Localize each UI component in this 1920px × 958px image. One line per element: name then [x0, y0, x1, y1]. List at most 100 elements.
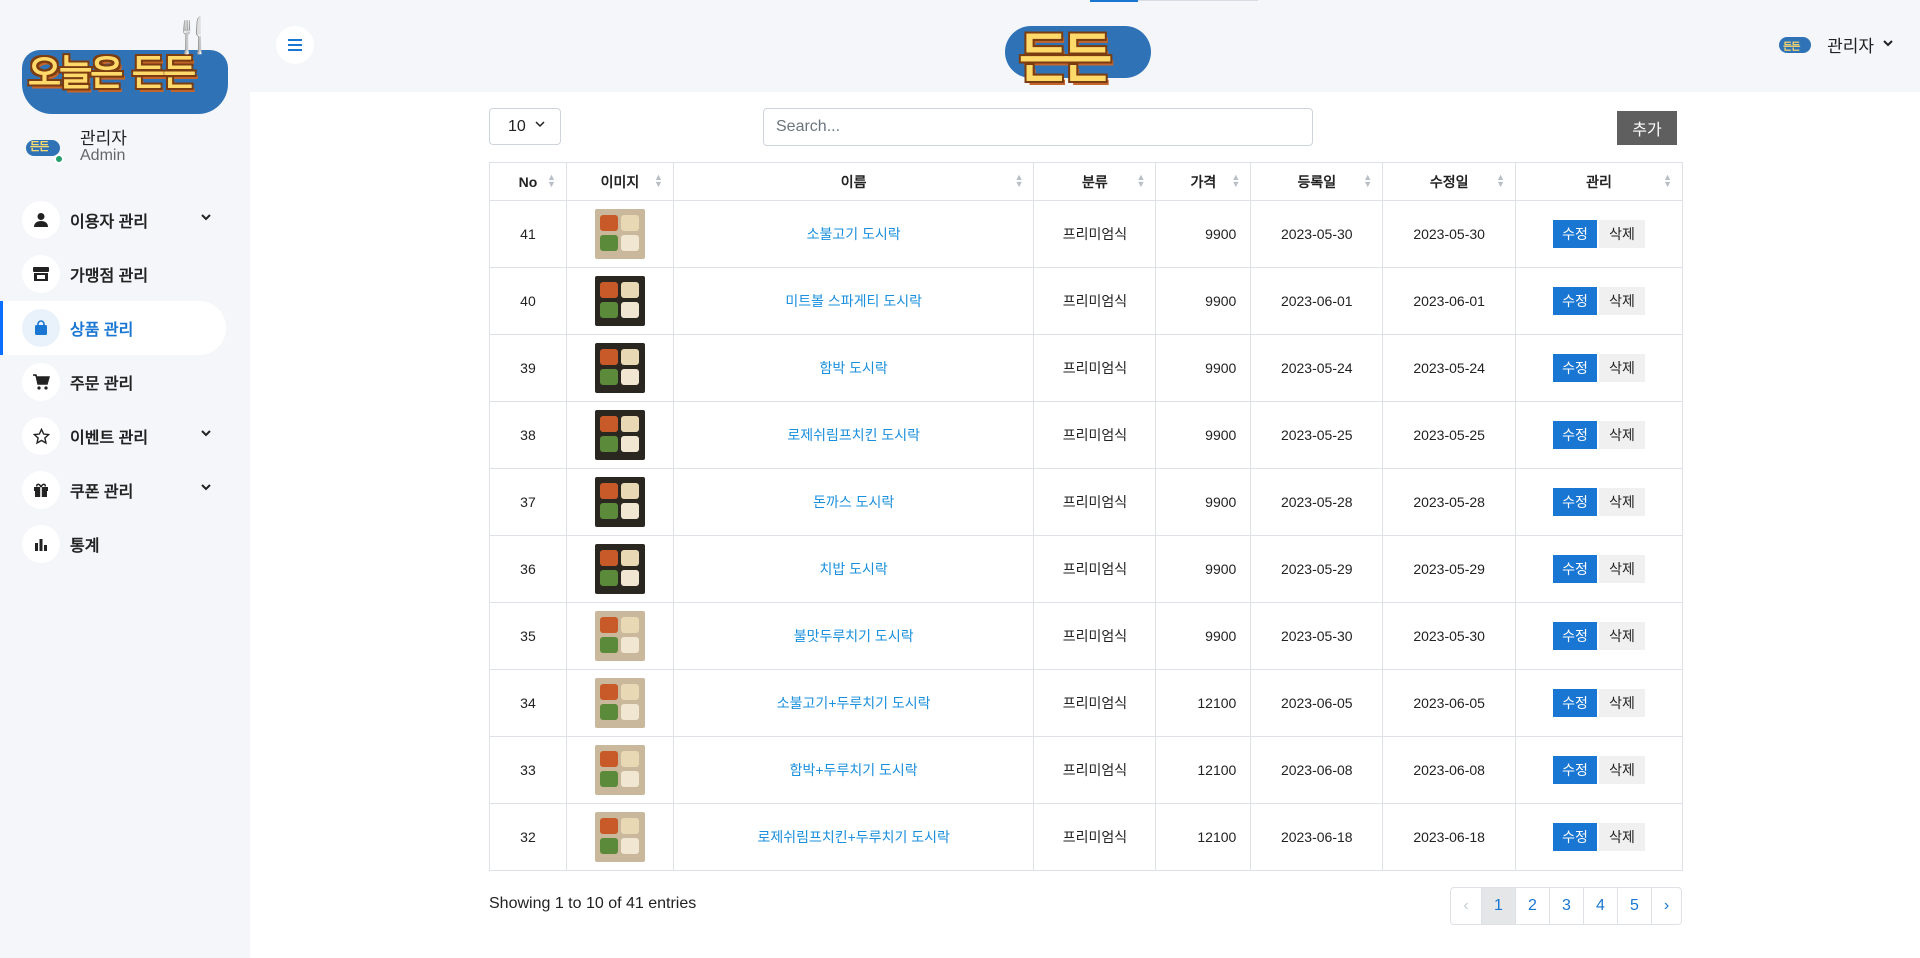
pagination-prev[interactable]: ‹: [1451, 888, 1481, 924]
search-input[interactable]: [763, 108, 1313, 146]
sidebar-item-products[interactable]: 상품 관리: [0, 301, 226, 355]
menu-toggle-button[interactable]: [276, 26, 314, 64]
user-menu-dropdown[interactable]: 든든 관리자: [1779, 32, 1894, 57]
sidebar-item-coupons[interactable]: 쿠폰 관리: [0, 463, 226, 517]
pagination-page[interactable]: 5: [1617, 888, 1651, 924]
sidebar-item-events[interactable]: 이벤트 관리: [0, 409, 226, 463]
product-name-link[interactable]: 불맛두루치기 도시락: [794, 628, 914, 644]
product-thumbnail[interactable]: [594, 343, 645, 393]
sort-icon: ▲ ▼: [1496, 172, 1506, 189]
cell-updated: 2023-06-01: [1382, 267, 1517, 335]
product-name-link[interactable]: 함박 도시락: [820, 360, 888, 376]
pagination-page[interactable]: 4: [1583, 888, 1617, 924]
delete-button[interactable]: 삭제: [1599, 287, 1646, 315]
product-thumbnail[interactable]: [594, 611, 645, 661]
product-thumbnail[interactable]: [594, 276, 645, 326]
user-avatar-text: 든든: [1783, 41, 1800, 53]
table-row: 40 미트볼 스파게티 도시락 프리미엄식 9900 2023-06-01 2023-06…: [489, 267, 1683, 335]
chevron-down-icon: [1882, 37, 1894, 52]
avatar-text: 든든: [30, 141, 49, 153]
edit-button[interactable]: 수정: [1553, 421, 1598, 449]
column-header-category[interactable]: 분류 ▲ ▼: [1033, 162, 1157, 201]
column-header-actions[interactable]: 관리 ▲ ▼: [1515, 162, 1683, 201]
edit-button[interactable]: 수정: [1553, 287, 1598, 315]
edit-button[interactable]: 수정: [1553, 220, 1598, 248]
cell-created: 2023-05-30: [1250, 200, 1384, 268]
cell-created: 2023-05-30: [1250, 602, 1384, 670]
cell-price: 9900: [1155, 200, 1252, 268]
cell-updated: 2023-06-05: [1382, 669, 1517, 737]
cell-created: 2023-06-18: [1250, 803, 1384, 871]
cell-actions: 수정 삭제: [1515, 669, 1683, 737]
sidebar-item-stats[interactable]: 통계: [0, 517, 226, 571]
sort-icon: ▲ ▼: [653, 172, 663, 189]
add-product-button[interactable]: 추가: [1617, 111, 1677, 145]
product-thumbnail[interactable]: [594, 745, 645, 795]
product-thumbnail[interactable]: [594, 209, 645, 259]
delete-button[interactable]: 삭제: [1599, 354, 1646, 382]
delete-button[interactable]: 삭제: [1599, 756, 1646, 784]
cell-category: 프리미엄식: [1033, 468, 1157, 536]
brand-logo[interactable]: 오늘은 든든 🍴: [22, 17, 230, 114]
delete-button[interactable]: 삭제: [1599, 622, 1646, 650]
column-header-no[interactable]: No ▲ ▼: [489, 162, 567, 201]
cell-category: 프리미엄식: [1033, 267, 1157, 335]
column-header-updated[interactable]: 수정일 ▲ ▼: [1382, 162, 1517, 201]
delete-button[interactable]: 삭제: [1599, 823, 1646, 851]
loading-progress-track: [1138, 0, 1258, 1]
delete-button[interactable]: 삭제: [1599, 421, 1646, 449]
edit-button[interactable]: 수정: [1553, 689, 1598, 717]
edit-button[interactable]: 수정: [1553, 756, 1598, 784]
product-thumbnail[interactable]: [594, 678, 645, 728]
cell-no: 35: [489, 602, 567, 670]
delete-button[interactable]: 삭제: [1599, 488, 1646, 516]
loading-progress-bar: [1090, 0, 1138, 2]
cell-name: 치밥 도시락: [672, 535, 1035, 603]
product-name-link[interactable]: 치밥 도시락: [820, 561, 888, 577]
column-header-created[interactable]: 등록일 ▲ ▼: [1250, 162, 1384, 201]
cell-actions: 수정 삭제: [1515, 602, 1683, 670]
table-row: 37 돈까스 도시락 프리미엄식 9900 2023-05-28 2023-05-28 수정…: [489, 468, 1683, 536]
column-header-image[interactable]: 이미지 ▲ ▼: [565, 162, 674, 201]
product-thumbnail[interactable]: [594, 477, 645, 527]
table-row: 32 로제쉬림프치킨+두루치기 도시락 프리미엄식 12100 2023-06-18 20…: [489, 803, 1683, 871]
edit-button[interactable]: 수정: [1553, 622, 1598, 650]
product-name-link[interactable]: 소불고기+두루치기 도시락: [777, 695, 931, 711]
product-name-link[interactable]: 소불고기 도시락: [807, 226, 901, 242]
cell-actions: 수정 삭제: [1515, 736, 1683, 804]
sidebar-item-label: 상품 관리: [70, 322, 134, 339]
sort-icon: ▲ ▼: [1136, 172, 1146, 189]
delete-button[interactable]: 삭제: [1599, 555, 1646, 583]
product-name-link[interactable]: 함박+두루치기 도시락: [790, 762, 918, 778]
table-row: 36 치밥 도시락 프리미엄식 9900 2023-05-29 2023-05-29 수정 삭…: [489, 535, 1683, 603]
table-row: 38 로제쉬림프치킨 도시락 프리미엄식 9900 2023-05-25 2023-05-…: [489, 401, 1683, 469]
column-header-price[interactable]: 가격 ▲ ▼: [1155, 162, 1252, 201]
delete-button[interactable]: 삭제: [1599, 220, 1646, 248]
product-name-link[interactable]: 로제쉬림프치킨 도시락: [787, 427, 920, 443]
edit-button[interactable]: 수정: [1553, 488, 1598, 516]
sidebar-item-orders[interactable]: 주문 관리: [0, 355, 226, 409]
edit-button[interactable]: 수정: [1553, 555, 1598, 583]
pagination-page[interactable]: 2: [1515, 888, 1549, 924]
product-thumbnail[interactable]: [594, 410, 645, 460]
pagination-next[interactable]: ›: [1651, 888, 1681, 924]
product-name-link[interactable]: 미트볼 스파게티 도시락: [785, 293, 922, 309]
chevron-down-icon: [200, 210, 212, 226]
edit-button[interactable]: 수정: [1553, 823, 1598, 851]
cell-created: 2023-06-05: [1250, 669, 1384, 737]
pagination-page[interactable]: 1: [1481, 888, 1515, 924]
product-name-link[interactable]: 돈까스 도시락: [813, 494, 894, 510]
sidebar-item-stores[interactable]: 가맹점 관리: [0, 247, 226, 301]
table-header-row: No ▲ ▼ 이미지 ▲ ▼ 이름 ▲ ▼ 분류 ▲ ▼ 가격 ▲ ▼ 등록일 ▲ ▼ 수정일 ▲ ▼ 관리…: [489, 162, 1683, 201]
header-logo[interactable]: 든든: [1005, 14, 1151, 90]
delete-button[interactable]: 삭제: [1599, 689, 1646, 717]
product-thumbnail[interactable]: [594, 812, 645, 862]
cell-image: [565, 803, 674, 871]
product-thumbnail[interactable]: [594, 544, 645, 594]
sidebar-item-users[interactable]: 이용자 관리: [0, 193, 226, 247]
page-length-select[interactable]: 10: [489, 108, 561, 145]
column-header-name[interactable]: 이름 ▲ ▼: [672, 162, 1035, 201]
edit-button[interactable]: 수정: [1553, 354, 1598, 382]
product-name-link[interactable]: 로제쉬림프치킨+두루치기 도시락: [757, 829, 949, 845]
pagination-page[interactable]: 3: [1549, 888, 1583, 924]
